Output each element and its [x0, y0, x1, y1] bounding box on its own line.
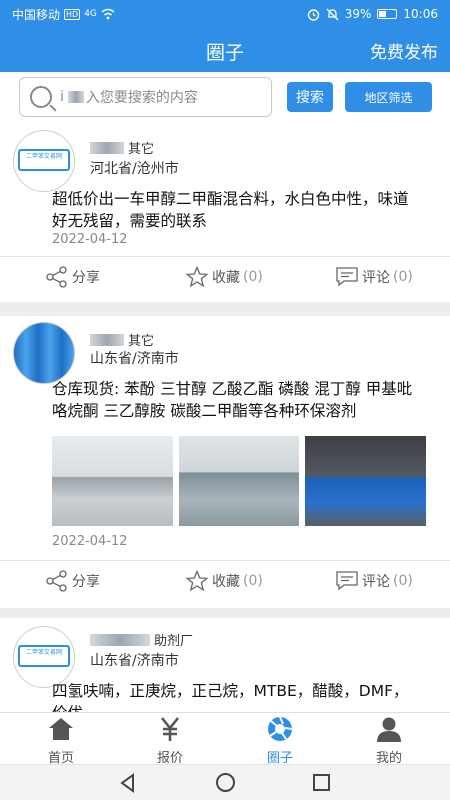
user-tag: 其它: [128, 142, 155, 157]
tab-circle[interactable]: 圈子: [250, 713, 310, 766]
redacted-username: [90, 333, 124, 346]
region-filter-button[interactable]: 地区筛选: [345, 82, 432, 112]
comment-label: 评论: [362, 574, 390, 590]
user-icon: [377, 717, 401, 742]
star-icon: [185, 266, 209, 288]
wifi-icon: [101, 8, 115, 20]
redacted-block: [67, 91, 84, 103]
status-bar: 中国移动 HD 4G 39% 10:06: [0, 0, 450, 28]
carrier-label: 中国移动: [12, 7, 61, 22]
hd-badge: HD: [64, 8, 81, 20]
share-icon: [46, 570, 67, 592]
tab-home[interactable]: 首页: [31, 713, 91, 766]
collect-button[interactable]: 收藏 (0): [185, 570, 263, 592]
clock: 10:06: [403, 7, 438, 21]
bottom-tab-bar: 首页 报价 圈子 我的: [0, 712, 450, 766]
free-publish-button[interactable]: 免费发布: [370, 38, 438, 63]
post-card[interactable]: 其它 山东省/济南市 仓库现货: 苯酚 三甘醇 乙酸乙酯 磷酸 混丁醇 甲基吡咯…: [0, 316, 450, 608]
avatar[interactable]: 二甲苯交易网: [13, 130, 75, 192]
avatar-logo-text: 二甲苯交易网: [18, 149, 70, 171]
user-name[interactable]: 其它: [90, 330, 154, 349]
comment-icon: [336, 571, 358, 591]
post-content[interactable]: 超低价出一车甲醇二甲酯混合料，水白色中性，味道好无残留，需要的联系: [52, 188, 422, 232]
share-icon: [46, 266, 67, 288]
comment-count: (0): [393, 573, 413, 589]
avatar[interactable]: [13, 322, 75, 384]
alarm-icon: [307, 8, 319, 21]
search-bar: i 入您要搜索的内容 搜索 地区筛选: [0, 72, 450, 122]
avatar-logo-text: 二甲苯交易网: [18, 645, 70, 667]
share-button[interactable]: 分享: [45, 266, 100, 288]
home-nav-icon[interactable]: [216, 773, 235, 792]
tab-mine[interactable]: 我的: [359, 713, 419, 766]
collect-label: 收藏: [212, 574, 240, 590]
comment-label: 评论: [362, 270, 390, 286]
post-photo[interactable]: [52, 436, 173, 526]
comment-icon: [336, 267, 358, 287]
yen-icon: [160, 717, 180, 741]
comment-button[interactable]: 评论 (0): [335, 570, 413, 592]
post-card[interactable]: 二甲苯交易网 助剂厂 山东省/济南市 四氢呋喃，正庚烷，正己烷，MTBE，醋酸，…: [0, 618, 450, 712]
share-label: 分享: [72, 270, 100, 286]
post-location: 河北省/沧州市: [90, 161, 179, 177]
app-header: 圈子 免费发布: [0, 28, 450, 72]
post-content[interactable]: 仓库现货: 苯酚 三甘醇 乙酸乙酯 磷酸 混丁醇 甲基吡咯烷酮 三乙醇胺 碳酸二…: [52, 378, 422, 422]
user-tag: 助剂厂: [154, 634, 194, 649]
collect-count: (0): [243, 269, 263, 285]
search-button[interactable]: 搜索: [287, 82, 333, 112]
system-nav-bar: [0, 764, 450, 800]
user-tag: 其它: [128, 334, 155, 349]
post-photos: [52, 436, 427, 526]
avatar[interactable]: 二甲苯交易网: [13, 626, 75, 688]
post-date: 2022-04-12: [52, 232, 128, 247]
search-icon: [30, 86, 52, 108]
aperture-icon: [268, 716, 293, 741]
user-name[interactable]: 其它: [90, 138, 154, 157]
post-photo[interactable]: [178, 436, 300, 526]
home-icon: [49, 718, 73, 740]
mute-icon: [326, 8, 339, 20]
comment-button[interactable]: 评论 (0): [335, 266, 413, 288]
post-location: 山东省/济南市: [90, 653, 179, 669]
post-photo[interactable]: [305, 436, 427, 526]
recent-apps-icon[interactable]: [313, 774, 330, 791]
battery-percent: 39%: [344, 7, 372, 21]
post-actions: 分享 收藏 (0) 评论 (0): [0, 257, 450, 297]
post-content[interactable]: 四氢呋喃，正庚烷，正己烷，MTBE，醋酸，DMF，价优: [52, 680, 422, 712]
collect-button[interactable]: 收藏 (0): [185, 266, 263, 288]
comment-count: (0): [393, 269, 413, 285]
share-label: 分享: [72, 574, 100, 590]
back-icon[interactable]: [118, 773, 138, 793]
search-placeholder: 入您要搜索的内容: [85, 90, 198, 106]
post-card[interactable]: 二甲苯交易网 其它 河北省/沧州市 超低价出一车甲醇二甲酯混合料，水白色中性，味…: [0, 122, 450, 302]
post-actions: 分享 收藏 (0) 评论 (0): [0, 561, 450, 601]
post-location: 山东省/济南市: [90, 351, 179, 367]
user-name[interactable]: 助剂厂: [90, 630, 193, 649]
signal-label: 4G: [84, 9, 97, 19]
star-icon: [185, 570, 209, 592]
collect-count: (0): [243, 573, 263, 589]
share-button[interactable]: 分享: [45, 570, 100, 592]
post-date: 2022-04-12: [52, 534, 128, 549]
redacted-username: [90, 633, 150, 646]
redacted-username: [90, 141, 124, 154]
battery-icon: [377, 9, 398, 19]
search-input[interactable]: i 入您要搜索的内容: [19, 77, 272, 117]
collect-label: 收藏: [212, 270, 240, 286]
tab-quotes[interactable]: 报价: [140, 713, 200, 766]
